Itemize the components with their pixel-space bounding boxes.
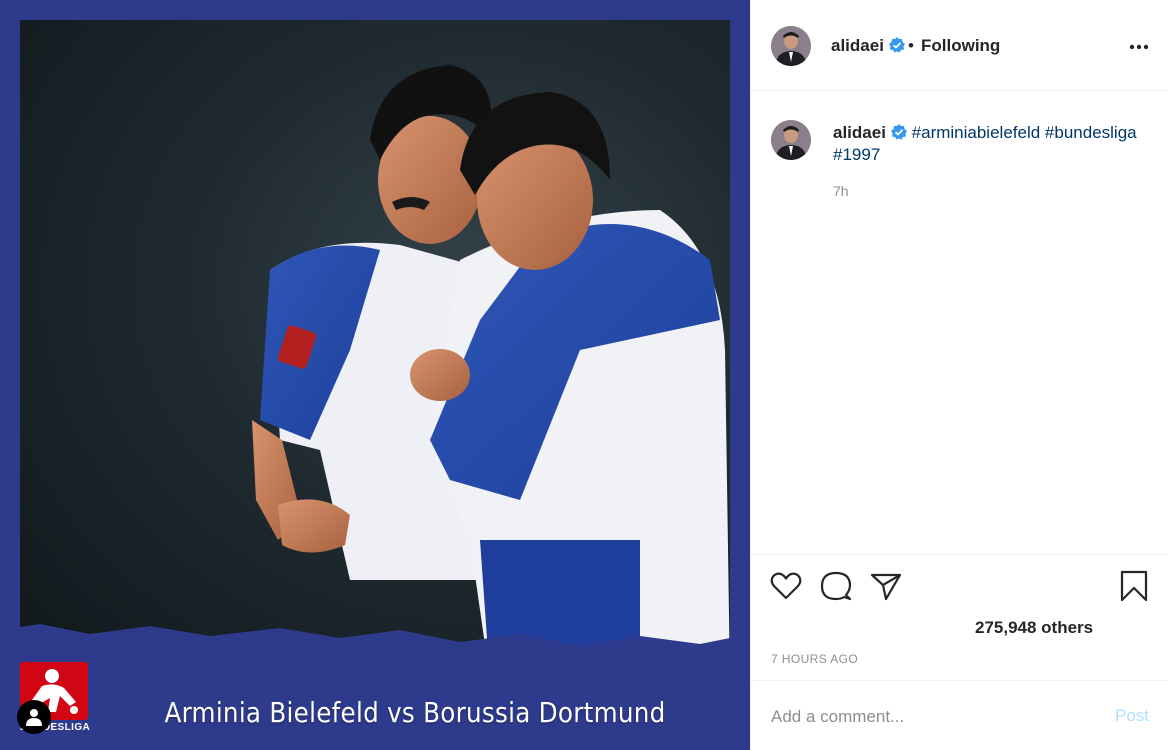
comment-bar: Post (751, 680, 1168, 750)
post-photo (20, 20, 730, 680)
comment-input[interactable] (771, 705, 1071, 729)
players-illustration (252, 65, 730, 680)
comment-bubble-icon (820, 571, 852, 601)
profile-photo-icon (771, 26, 811, 66)
username-link[interactable]: alidaei (831, 36, 905, 56)
caption-username-link[interactable]: alidaei (833, 123, 886, 142)
bookmark-icon (1120, 570, 1148, 602)
hashtag-link[interactable]: #bundesliga (1045, 123, 1137, 142)
caption-text: alidaei #arminiabielefeld #bundesliga #1… (833, 122, 1153, 166)
profile-photo-icon (771, 120, 811, 160)
more-horizontal-icon (1129, 44, 1149, 50)
header-separator: • (908, 36, 914, 55)
hashtag-link[interactable]: #1997 (833, 145, 880, 164)
post-timestamp[interactable]: 7 HOURS AGO (771, 652, 858, 666)
avatar[interactable] (771, 120, 811, 160)
verified-badge-icon (888, 37, 905, 53)
post-side-panel: alidaei • Following alidaei #arminiabiel (750, 0, 1168, 750)
user-tag-button[interactable] (17, 700, 51, 734)
save-button[interactable] (1117, 569, 1151, 603)
hashtag-link[interactable]: #arminiabielefeld (912, 123, 1041, 142)
match-headline: Arminia Bielefeld vs Borussia Dortmund (164, 696, 666, 729)
avatar[interactable] (771, 26, 811, 66)
post-media[interactable]: BUNDESLIGA Arminia Bielefeld vs Borussia… (0, 0, 750, 750)
share-button[interactable] (869, 569, 903, 603)
username-text: alidaei (831, 36, 884, 55)
media-banner (0, 620, 750, 750)
post-comment-button[interactable]: Post (1115, 706, 1149, 726)
user-tag-icon (26, 709, 42, 726)
post-actions: 275,948 others 7 HOURS AGO (751, 554, 1168, 680)
verified-badge-icon (890, 124, 907, 140)
likes-count[interactable]: 275,948 others (975, 618, 1093, 638)
torn-paper-edge (0, 624, 750, 750)
comment-button[interactable] (819, 569, 853, 603)
post-header: alidaei • Following (751, 0, 1168, 91)
heart-icon (770, 572, 802, 600)
like-button[interactable] (769, 569, 803, 603)
caption-timestamp[interactable]: 7h (833, 183, 849, 199)
following-button[interactable]: Following (921, 36, 1000, 56)
paper-plane-icon (870, 573, 902, 601)
